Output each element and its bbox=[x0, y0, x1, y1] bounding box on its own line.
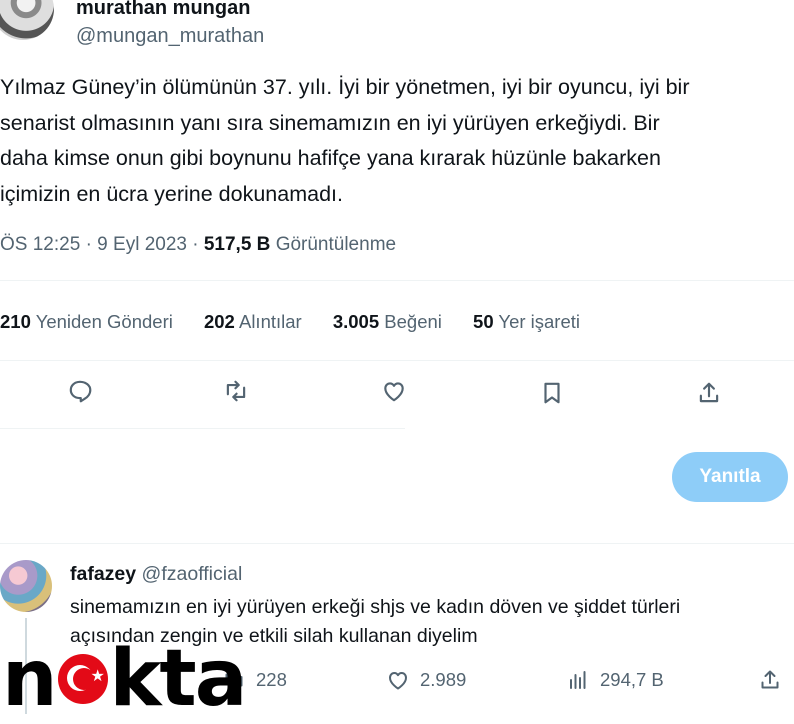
like-icon bbox=[389, 672, 407, 690]
analytics-icon bbox=[570, 671, 586, 689]
quotes-count: 202 bbox=[203, 311, 235, 332]
tweet-text: Yılmaz Güney’in ölümünün 37. yılı. İyi b… bbox=[0, 70, 790, 212]
tweet-text-line: senarist olmasının yanı sıra sinemamızın… bbox=[0, 110, 660, 135]
reply-author-name[interactable]: fafazey bbox=[70, 563, 136, 585]
share-icon bbox=[761, 670, 779, 689]
retweet-icon bbox=[226, 380, 246, 402]
reply-retweet-count: 228 bbox=[256, 669, 287, 690]
retweets-stat[interactable]: 210 Yeniden Gönderi bbox=[0, 311, 173, 332]
tweet-date[interactable]: 9 Eyl 2023 bbox=[97, 234, 187, 255]
divider bbox=[0, 543, 794, 544]
tweet-meta: ÖS 12:25 · 9 Eyl 2023 · 517,5 B Görüntül… bbox=[0, 234, 396, 256]
views-count: 517,5 B bbox=[203, 234, 271, 255]
likes-count: 3.005 bbox=[332, 311, 380, 332]
bookmarks-stat[interactable]: 50 Yer işareti bbox=[473, 311, 580, 332]
retweet-action[interactable] bbox=[221, 376, 251, 406]
nokta-logo: n ★ kta bbox=[2, 634, 248, 724]
divider bbox=[0, 280, 794, 281]
share-action[interactable] bbox=[694, 378, 724, 408]
share-icon bbox=[699, 382, 719, 403]
retweets-count: 210 bbox=[0, 311, 31, 332]
meta-separator: · bbox=[192, 234, 204, 255]
reply-text-line: sinemamızın en iyi yürüyen erkeği shjs v… bbox=[70, 596, 681, 618]
reply-button[interactable]: Yanıtla bbox=[672, 452, 788, 502]
likes-stat[interactable]: 3.005 Beğeni bbox=[333, 311, 442, 332]
reply-share-action[interactable] bbox=[758, 668, 782, 692]
reply-author: fafazey @fzaofficial bbox=[70, 563, 242, 586]
retweets-label: Yeniden Gönderi bbox=[35, 311, 173, 332]
meta-separator: · bbox=[85, 234, 98, 255]
likes-label: Beğeni bbox=[384, 311, 442, 332]
reply-like-count: 2.989 bbox=[420, 669, 467, 690]
divider bbox=[0, 360, 794, 361]
reply-author-handle[interactable]: @fzaofficial bbox=[142, 563, 243, 585]
bookmarks-label: Yer işareti bbox=[498, 311, 581, 332]
author-name[interactable]: murathan mungan bbox=[76, 0, 250, 20]
author-avatar[interactable] bbox=[0, 0, 54, 40]
reply-views-action[interactable]: 294,7 B bbox=[566, 668, 664, 692]
quotes-label: Alıntılar bbox=[238, 311, 302, 332]
author-handle[interactable]: @mungan_murathan bbox=[76, 25, 264, 48]
bookmark-icon bbox=[544, 382, 560, 404]
views-label: Görüntülenme bbox=[275, 234, 397, 255]
reply-icon bbox=[69, 380, 92, 403]
tweet-text-line: Yılmaz Güney’in ölümünün 37. yılı. İyi b… bbox=[0, 75, 690, 99]
star-icon: ★ bbox=[90, 666, 105, 685]
logo-text-end: kta bbox=[109, 634, 248, 724]
reply-like-action[interactable]: 2.989 bbox=[386, 668, 466, 692]
reply-author-avatar[interactable] bbox=[0, 560, 52, 612]
reply-action[interactable] bbox=[65, 376, 95, 406]
logo-text-start: n bbox=[2, 634, 58, 724]
tweet-text-line: içimizin en ücra yerine dokunamadı. bbox=[0, 181, 343, 206]
turkish-flag-icon: ★ bbox=[57, 654, 108, 704]
bookmarks-count: 50 bbox=[473, 311, 494, 332]
like-icon bbox=[384, 382, 404, 402]
tweet-stats: 210 Yeniden Gönderi 202 Alıntılar 3.005 … bbox=[0, 311, 606, 333]
like-action[interactable] bbox=[379, 376, 409, 406]
bookmark-action[interactable] bbox=[537, 378, 567, 408]
reply-views-count: 294,7 B bbox=[600, 669, 664, 690]
quotes-stat[interactable]: 202 Alıntılar bbox=[204, 311, 302, 332]
divider bbox=[0, 428, 405, 429]
tweet-text-line: daha kimse onun gibi boynunu hafifçe yan… bbox=[0, 146, 661, 170]
tweet-time[interactable]: ÖS 12:25 bbox=[0, 234, 80, 255]
